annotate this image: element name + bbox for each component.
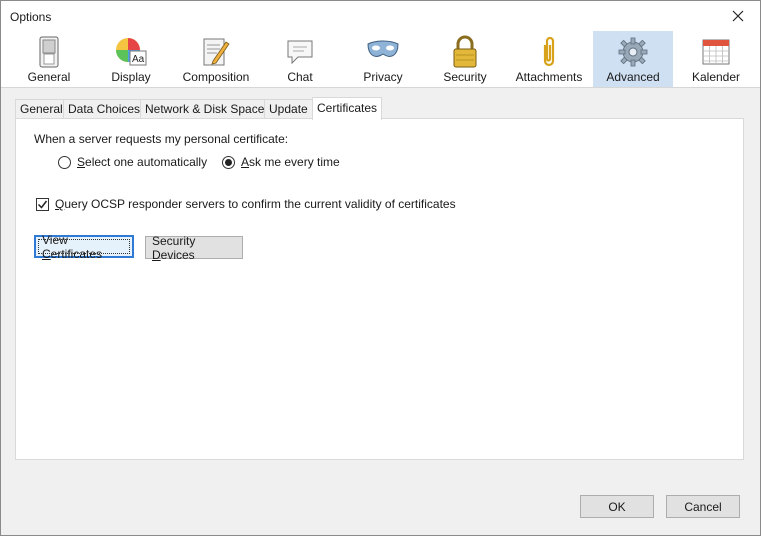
category-label: Composition bbox=[182, 70, 250, 84]
checkmark-icon bbox=[37, 200, 48, 209]
category-privacy[interactable]: Privacy bbox=[349, 31, 417, 87]
radio-ask-every-time[interactable]: Ask me every time bbox=[222, 155, 340, 169]
tab-update[interactable]: Update bbox=[264, 99, 313, 119]
radio-selected-dot bbox=[225, 158, 232, 166]
view-certificates-button[interactable]: View Certificates bbox=[34, 232, 134, 261]
category-display[interactable]: Aa Display bbox=[95, 31, 167, 87]
close-button[interactable] bbox=[716, 1, 760, 31]
calendar-icon bbox=[699, 36, 733, 68]
category-composition[interactable]: Composition bbox=[176, 31, 256, 87]
category-toolbar: General Aa Display Composition Chat Priv… bbox=[1, 31, 760, 88]
button-label: Security Devices bbox=[152, 233, 196, 262]
category-label: General bbox=[27, 70, 71, 84]
gear-icon bbox=[616, 36, 650, 68]
mask-icon bbox=[366, 36, 400, 68]
tab-certificates[interactable]: Certificates bbox=[312, 97, 383, 120]
category-security[interactable]: Security bbox=[431, 31, 499, 87]
category-chat[interactable]: Chat bbox=[267, 31, 333, 87]
category-label: Privacy bbox=[363, 70, 403, 84]
ocsp-checkbox[interactable] bbox=[36, 197, 49, 211]
compose-icon bbox=[199, 36, 233, 68]
window-title: Options bbox=[10, 10, 52, 24]
radio-button[interactable] bbox=[58, 155, 71, 169]
security-devices-button[interactable]: Security Devices bbox=[145, 233, 243, 262]
radio-label: Select one automatically bbox=[77, 155, 208, 169]
radio-label: Ask me every time bbox=[241, 155, 340, 169]
tab-network-disk-space[interactable]: Network & Disk Space bbox=[140, 99, 270, 119]
ocsp-label: Query OCSP responder servers to confirm … bbox=[55, 197, 456, 211]
radio-select-automatically[interactable]: Select one automatically bbox=[58, 155, 207, 169]
options-window: Options General Aa Display Composition C… bbox=[0, 0, 761, 536]
advanced-pane: General Data Choices Network & Disk Spac… bbox=[1, 88, 760, 535]
category-label: Advanced bbox=[606, 70, 660, 84]
close-icon bbox=[732, 10, 744, 22]
radio-button[interactable] bbox=[222, 155, 235, 169]
certificates-panel: When a server requests my personal certi… bbox=[15, 118, 744, 460]
padlock-icon bbox=[448, 35, 482, 68]
paperclip-icon bbox=[532, 36, 566, 68]
cancel-button[interactable]: Cancel bbox=[666, 495, 740, 518]
title-bar: Options bbox=[1, 1, 760, 31]
category-label: Attachments bbox=[515, 70, 583, 84]
category-label: Security bbox=[443, 70, 487, 84]
chat-bubble-icon bbox=[283, 36, 317, 68]
ok-button[interactable]: OK bbox=[580, 495, 654, 518]
certificate-request-label: When a server requests my personal certi… bbox=[34, 132, 289, 146]
svg-text:Aa: Aa bbox=[132, 54, 145, 65]
category-advanced[interactable]: Advanced bbox=[593, 31, 673, 87]
color-wheel-icon: Aa bbox=[114, 36, 148, 68]
category-attachments[interactable]: Attachments bbox=[509, 31, 589, 87]
category-label: Display bbox=[111, 70, 151, 84]
category-kalender[interactable]: Kalender bbox=[681, 31, 751, 87]
category-label: Chat bbox=[287, 70, 313, 84]
ocsp-checkbox-row[interactable]: Query OCSP responder servers to confirm … bbox=[36, 197, 456, 211]
category-general[interactable]: General bbox=[13, 31, 85, 87]
switch-icon bbox=[32, 36, 66, 68]
tab-data-choices[interactable]: Data Choices bbox=[63, 99, 146, 119]
button-label: View Certificates bbox=[42, 232, 103, 261]
category-label: Kalender bbox=[691, 70, 741, 84]
tab-general[interactable]: General bbox=[15, 99, 68, 119]
